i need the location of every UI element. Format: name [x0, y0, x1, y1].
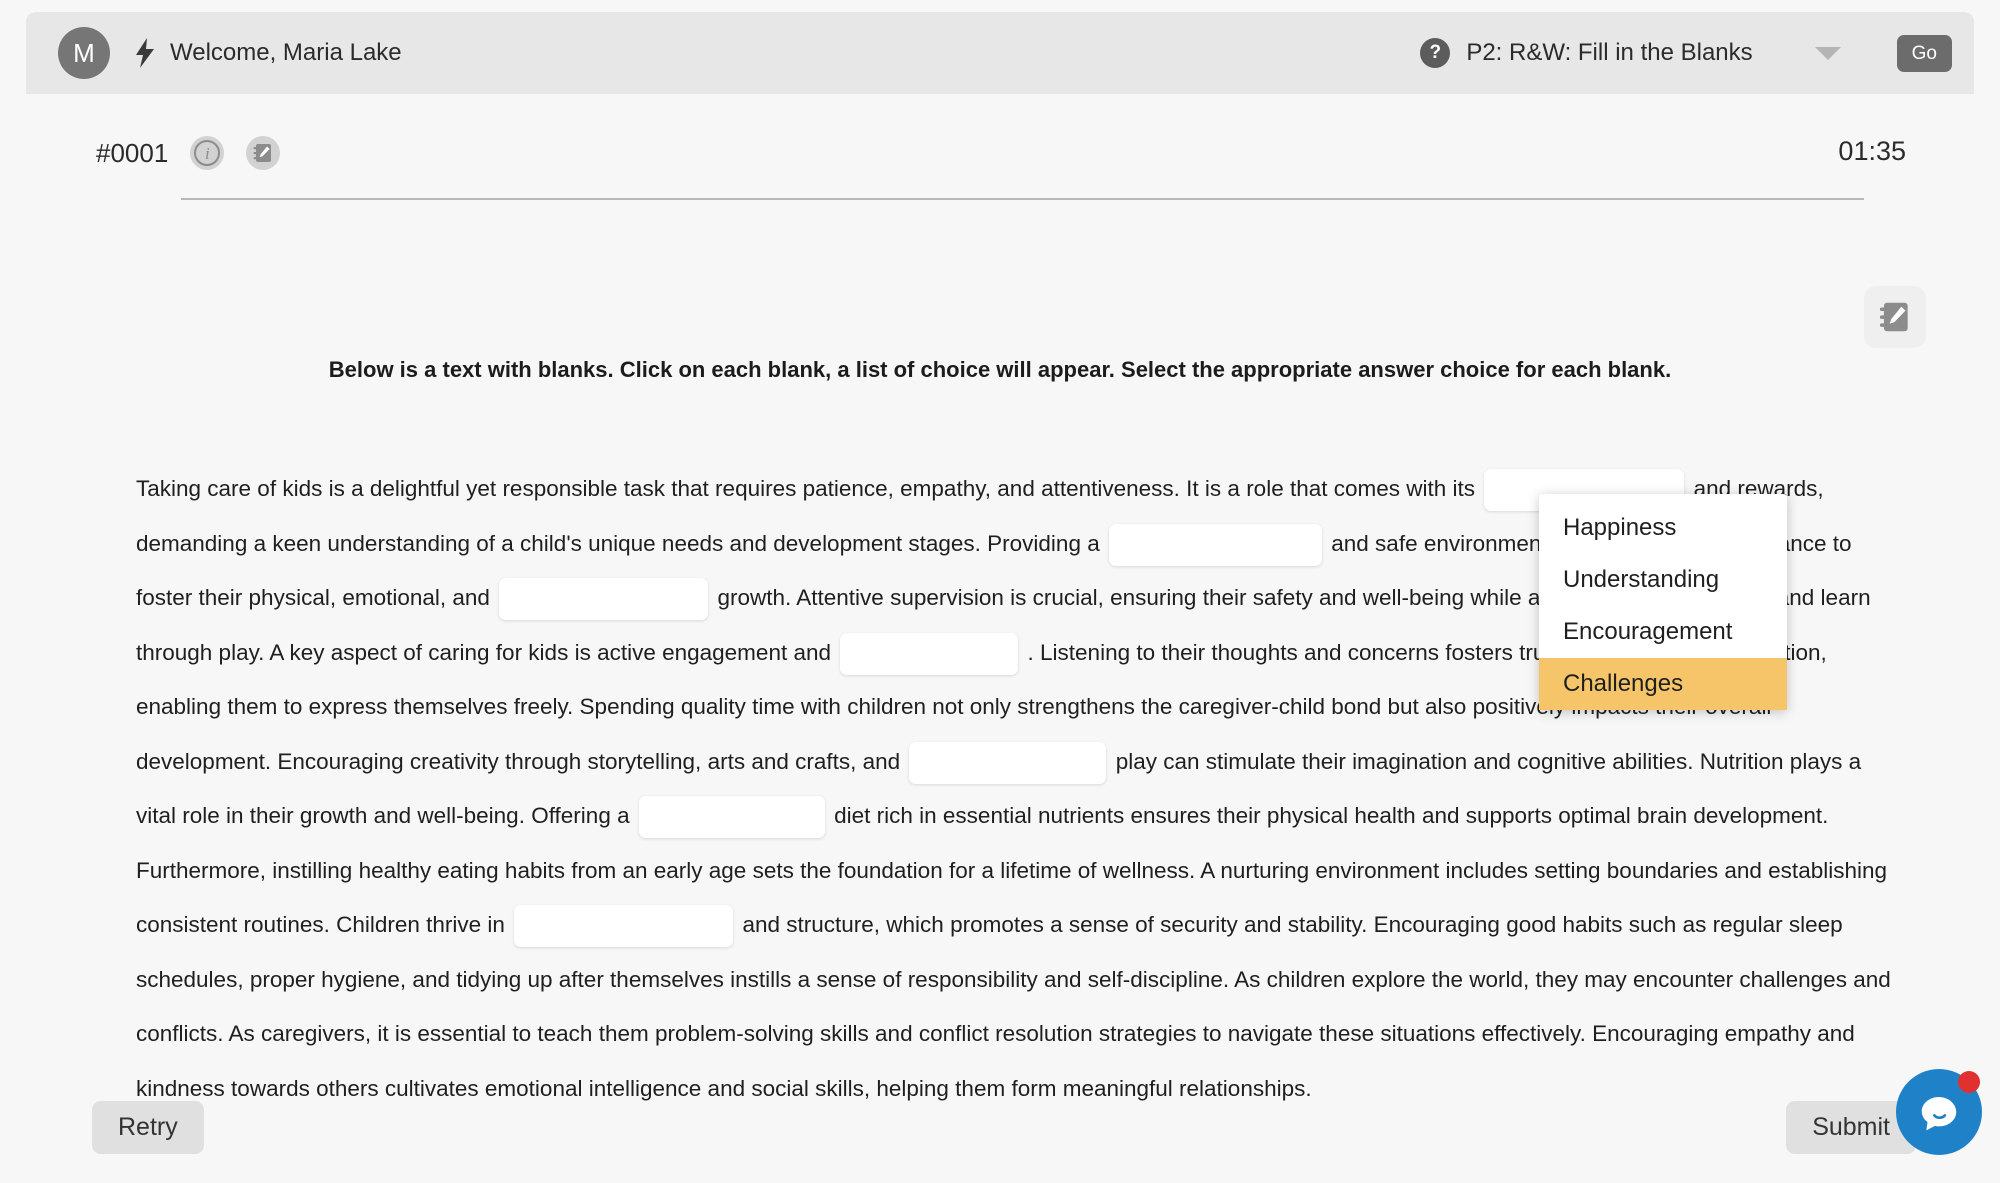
app-header: M Welcome, Maria Lake ? P2: R&W: Fill in… — [26, 12, 1974, 94]
chevron-down-icon[interactable] — [1814, 46, 1841, 60]
choice-option-understanding[interactable]: Understanding — [1539, 554, 1787, 606]
blank-field-4[interactable] — [840, 632, 1019, 675]
choice-option-happiness[interactable]: Happiness — [1539, 502, 1787, 554]
passage-segment: and structure, which promotes a sense of… — [136, 912, 1891, 1101]
choice-option-encouragement[interactable]: Encouragement — [1539, 606, 1787, 658]
chat-notification-badge — [1958, 1071, 1980, 1093]
question-number: #0001 — [96, 137, 169, 168]
header-divider — [181, 198, 1864, 200]
avatar: M — [58, 27, 110, 79]
app-root: M Welcome, Maria Lake ? P2: R&W: Fill in… — [0, 0, 2000, 1183]
question-meta-row: #0001 i — [96, 136, 281, 170]
question-panel: #0001 i 01:35 Below is a text with blank… — [26, 94, 1974, 1169]
choice-dropdown[interactable]: Happiness Understanding Encouragement Ch… — [1539, 494, 1787, 710]
blank-field-6[interactable] — [638, 796, 825, 839]
notepad-pencil-icon[interactable] — [246, 136, 281, 170]
go-button[interactable]: Go — [1896, 34, 1952, 72]
retry-button[interactable]: Retry — [92, 1101, 204, 1154]
help-icon[interactable]: ? — [1420, 38, 1451, 68]
blank-field-3[interactable] — [499, 578, 709, 621]
chat-bubble-icon — [1921, 1097, 1957, 1131]
task-select-label[interactable]: P2: R&W: Fill in the Blanks — [1466, 39, 1752, 67]
countdown-timer: 01:35 — [1838, 136, 1906, 166]
blank-field-5[interactable] — [909, 741, 1107, 784]
blank-field-2[interactable] — [1109, 523, 1322, 566]
header-right-group: ? P2: R&W: Fill in the Blanks Go — [1420, 34, 1952, 72]
chat-widget-button[interactable] — [1896, 1069, 1982, 1155]
passage-segment: Taking care of kids is a delightful yet … — [136, 476, 1476, 501]
lightning-bolt-icon — [134, 38, 156, 68]
welcome-text: Welcome, Maria Lake — [170, 39, 402, 66]
choice-option-challenges[interactable]: Challenges — [1539, 658, 1787, 710]
instructions-text: Below is a text with blanks. Click on ea… — [328, 357, 1672, 382]
notepad-tool-icon[interactable] — [1864, 286, 1926, 348]
blank-field-7[interactable] — [514, 905, 734, 948]
info-icon[interactable]: i — [190, 136, 225, 170]
